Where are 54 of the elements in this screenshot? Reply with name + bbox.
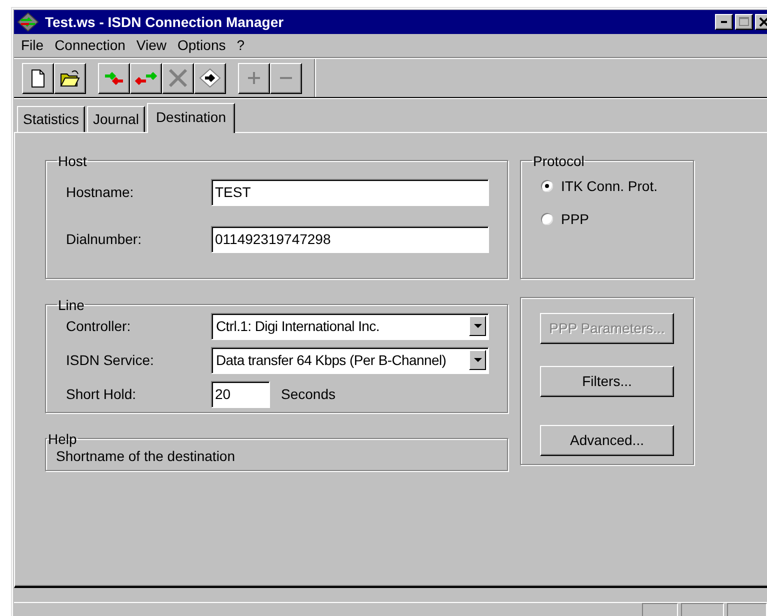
tab[interactable]: Destination [146,102,235,133]
dropdown[interactable]: Data transfer 64 Kbps (Per B-Channel) [211,346,489,374]
input-field[interactable]: 011492319747298 [211,226,489,253]
maximize-icon [739,17,749,26]
help-text: Shortname of the destination [56,448,236,464]
dropdown-arrow-button[interactable] [469,350,486,370]
field-label: Dialnumber: [66,231,142,248]
group-title: Host [57,152,88,169]
window-title: Test.ws - ISDN Connection Manager [45,14,285,30]
dialog-button[interactable]: Advanced... [540,424,674,456]
minimize-icon [721,20,727,23]
radio-option[interactable]: PPP [541,208,693,230]
close-icon [759,16,767,27]
tab[interactable]: Statistics [17,106,86,132]
field-label: Controller: [66,318,132,334]
menu-item[interactable]: File [17,37,51,54]
toolbar-button[interactable] [98,62,130,94]
toolbar-button[interactable] [54,62,86,94]
minimize-button[interactable] [715,14,733,30]
diamond-arrow-icon [199,68,221,88]
unit-label: Seconds [281,386,336,402]
radio-icon[interactable] [541,180,553,192]
toolbar-button[interactable] [194,62,226,94]
minus-icon [280,77,292,80]
status-pane [727,603,767,616]
group-title: Protocol [532,152,586,169]
cross-icon [167,68,189,88]
status-pane [681,603,724,616]
tab[interactable]: Journal [87,106,145,132]
status-pane [642,603,678,616]
group-title: Line [57,296,86,313]
folder-icon [59,68,81,88]
field-label: Short Hold: [66,386,138,402]
toolbar-button[interactable] [130,62,162,94]
menu-item[interactable]: View [132,37,174,54]
menu-item[interactable]: Options [173,37,233,54]
toolbar-button[interactable] [22,62,54,94]
dropdown-arrow-button[interactable] [469,316,486,336]
field-label: Hostname: [66,184,135,200]
input-field[interactable]: TEST [211,178,489,206]
caret-icon [474,358,482,363]
caret-icon [474,324,482,329]
menu-item[interactable]: ? [232,37,252,54]
dialog-button[interactable]: Filters... [540,366,674,397]
app-icon [17,12,39,32]
field-label: ISDN Service: [66,352,155,368]
radio-icon[interactable] [541,212,553,225]
dropdown[interactable]: Ctrl.1: Digi International Inc. [211,312,489,340]
menu-item[interactable]: Connection [50,37,132,54]
radio-option[interactable]: ITK Conn. Prot. [541,174,693,197]
input-field[interactable]: 20 [211,380,270,408]
group-title: Help [47,430,78,447]
maximize-button[interactable] [735,14,753,30]
plus-icon [248,72,260,84]
